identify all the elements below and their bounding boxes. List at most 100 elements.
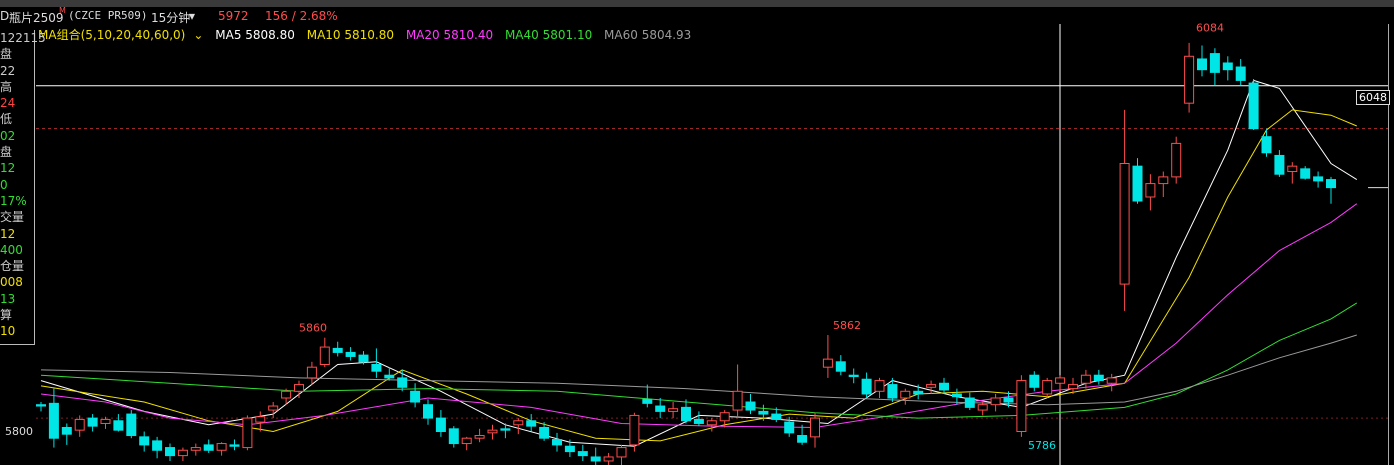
candle-body (165, 447, 175, 457)
candle-body (616, 447, 627, 458)
ma-line-ma40 (40, 302, 1358, 419)
candle-body (526, 420, 537, 427)
candle-body (926, 384, 937, 388)
candle-body (964, 397, 975, 408)
candle-body (719, 412, 730, 422)
candle-body (474, 435, 485, 439)
candle-body (1132, 165, 1143, 202)
candle-body (410, 390, 421, 403)
candle-body (294, 384, 304, 392)
candle-body (1119, 162, 1130, 285)
candle-body (1197, 58, 1207, 71)
candle-body (255, 416, 266, 423)
candle-body (1093, 374, 1104, 382)
candle-body (126, 413, 137, 437)
candle-body (861, 378, 872, 395)
candle-body (281, 390, 292, 399)
candle-body (642, 398, 653, 404)
candle-body (113, 420, 124, 431)
crosshair-price-tag: 6048 (1356, 90, 1390, 105)
candle-body (590, 456, 601, 462)
candle-body (229, 444, 240, 447)
ma-line-ma5 (40, 79, 1358, 447)
price-annotation: 5860 (299, 322, 327, 335)
ma-line-ma10 (40, 109, 1357, 442)
candle-body (1184, 55, 1195, 104)
candle-body (435, 417, 446, 432)
candle-body (745, 401, 756, 411)
candle-body (990, 397, 1001, 406)
candle-body (939, 382, 949, 391)
candle-body (1261, 136, 1272, 154)
price-annotation: 5862 (833, 319, 861, 332)
candle-body (835, 361, 846, 372)
candle-body (706, 420, 717, 426)
candle-body (822, 358, 833, 368)
candle-body (1313, 176, 1324, 182)
candle-body (268, 405, 279, 411)
ma-line-ma60 (40, 334, 1357, 406)
candle-body (848, 374, 859, 378)
candle-body (797, 435, 808, 443)
candle-body (100, 418, 111, 424)
candle-body (1068, 384, 1078, 390)
ma-line-ma20 (40, 203, 1358, 429)
candle-body (900, 390, 911, 399)
candle-body (668, 408, 679, 412)
candle-body (1042, 380, 1053, 395)
candle-body (913, 390, 924, 395)
candle-body (577, 451, 588, 457)
candle-body (423, 404, 433, 419)
candle-body (177, 449, 188, 457)
candle-body (397, 377, 408, 388)
candle-body (216, 443, 227, 451)
candle-body (1222, 62, 1233, 71)
candlestick-chart[interactable]: 5860 5862 6084 5786 (0, 0, 1394, 465)
candle-body (87, 417, 98, 427)
candle-body (539, 426, 550, 439)
y-axis-label: 5800 (5, 425, 33, 438)
candle-body (152, 440, 163, 451)
candle-body (319, 346, 330, 365)
candle-body (203, 444, 214, 451)
candle-body (603, 456, 614, 462)
candle-body (1287, 165, 1298, 173)
price-annotation: 6084 (1196, 22, 1224, 35)
candle-body (655, 405, 666, 412)
candle-body (190, 447, 201, 451)
candle-body (564, 445, 575, 453)
candle-body (1171, 142, 1182, 178)
candle-body (1158, 176, 1169, 185)
candle-body (332, 347, 343, 353)
candle-body (1106, 377, 1117, 384)
candle-body (371, 363, 382, 372)
candle-body (784, 421, 795, 434)
candle-body (74, 418, 85, 431)
candle-body (513, 420, 524, 426)
candle-body (1274, 154, 1285, 175)
candle-body (629, 414, 640, 446)
candle-body (810, 417, 820, 438)
candle-body (1003, 397, 1014, 403)
candle-body (345, 351, 356, 357)
candle-body (1055, 377, 1066, 384)
candle-body (732, 390, 743, 411)
candle-body (48, 402, 59, 439)
price-annotation: 5786 (1028, 439, 1056, 452)
candle-body (36, 404, 46, 407)
candle-body (693, 418, 704, 424)
candle-body (1326, 179, 1336, 189)
candle-body (758, 410, 769, 415)
candle-body (1235, 66, 1246, 81)
candle-body (358, 354, 369, 363)
candle-body (1300, 168, 1311, 179)
candle-body (1145, 183, 1156, 198)
candle-body (1080, 374, 1091, 384)
candle-body (977, 404, 988, 411)
candle-body (487, 429, 498, 434)
candle-body (139, 436, 150, 446)
candle-body (1029, 374, 1040, 388)
candle-body (681, 406, 691, 422)
candle-body (1248, 82, 1259, 130)
candle-body (771, 413, 782, 420)
